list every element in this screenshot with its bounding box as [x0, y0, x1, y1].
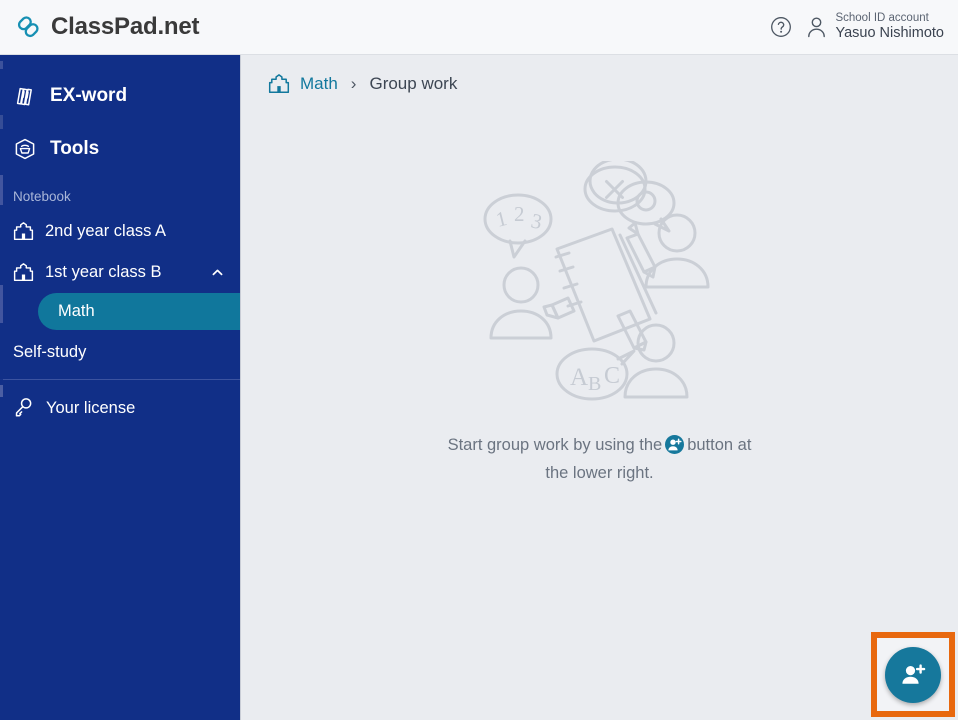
add-person-icon: [899, 661, 927, 689]
empty-state-text: Start group work by using the button at …: [435, 431, 765, 487]
fab-annotation-highlight: [871, 632, 955, 717]
main-content: Math › Group work 1 2 3 A B C Start grou…: [240, 55, 958, 720]
sidebar-item-math[interactable]: Math: [38, 293, 240, 330]
breadcrumb-separator: ›: [350, 74, 357, 93]
bubble-letter-a: A: [570, 364, 588, 391]
empty-state: 1 2 3 A B C Start group work by using th…: [241, 113, 958, 720]
brand-logo-area[interactable]: ClassPad.net: [12, 12, 200, 42]
chain-link-icon: [12, 12, 42, 42]
sidebar-section-notebook: Notebook: [13, 189, 71, 204]
sidebar-item-self-study[interactable]: Self-study: [0, 330, 240, 374]
classroom-icon: [268, 73, 290, 95]
person-icon: [806, 16, 827, 38]
bubble-letter-b: B: [588, 373, 601, 395]
empty-state-text-before: Start group work by using the: [447, 436, 663, 454]
sidebar-item-tools[interactable]: Tools: [0, 122, 240, 175]
bubble-number-1: 1: [493, 206, 509, 232]
add-group-member-fab[interactable]: [885, 646, 941, 703]
sidebar-subitems: Math: [0, 293, 240, 330]
account-name-label: Yasuo Nishimoto: [835, 25, 944, 42]
breadcrumb-parent-link[interactable]: Math: [300, 74, 338, 94]
breadcrumb: Math › Group work: [241, 55, 958, 113]
bubble-number-2: 2: [514, 202, 525, 226]
classroom-icon: [13, 262, 34, 283]
account-type-label: School ID account: [835, 12, 929, 25]
sidebar-item-label: Your license: [46, 398, 136, 417]
sidebar-item-exword[interactable]: EX-word: [0, 69, 240, 122]
question-circle-icon[interactable]: [770, 16, 792, 38]
sidebar-item-1st-year-class-b[interactable]: 1st year class B: [0, 252, 240, 293]
bubble-number-3: 3: [528, 208, 543, 234]
breadcrumb-current: Group work: [369, 74, 458, 93]
books-icon: [13, 84, 37, 108]
sidebar-item-your-license[interactable]: Your license: [0, 380, 240, 436]
top-bar-right: School ID account Yasuo Nishimoto: [770, 11, 944, 43]
sidebar-item-label: 2nd year class A: [45, 222, 167, 240]
sidebar-item-2nd-year-class-a[interactable]: 2nd year class A: [0, 211, 240, 252]
sidebar-item-label: Self-study: [13, 342, 87, 361]
sidebar-item-label: 1st year class B: [45, 263, 162, 281]
sidebar: EX-word Tools Notebook 2nd year class A …: [0, 55, 240, 720]
sidebar-scroll-indicator[interactable]: [0, 55, 3, 720]
bubble-letter-c: C: [604, 363, 620, 389]
toolbox-icon: [13, 137, 37, 161]
app-body: EX-word Tools Notebook 2nd year class A …: [0, 55, 958, 720]
classpad-app-window: ClassPad.net School ID account Yasuo Nis…: [0, 0, 958, 720]
chevron-up-icon[interactable]: [210, 265, 225, 280]
top-bar: ClassPad.net School ID account Yasuo Nis…: [0, 0, 958, 55]
brand-name: ClassPad.net: [51, 13, 200, 40]
classroom-icon: [13, 221, 34, 242]
group-work-illustration: 1 2 3 A B C: [470, 157, 730, 411]
key-icon: [13, 397, 35, 419]
sidebar-item-label: Tools: [50, 137, 100, 159]
add-person-icon: [665, 435, 685, 454]
user-text-block: School ID account Yasuo Nishimoto: [835, 11, 944, 43]
user-account-block[interactable]: School ID account Yasuo Nishimoto: [806, 11, 944, 43]
sidebar-item-label: EX-word: [50, 84, 128, 106]
sidebar-subitem-label: Math: [58, 302, 95, 320]
